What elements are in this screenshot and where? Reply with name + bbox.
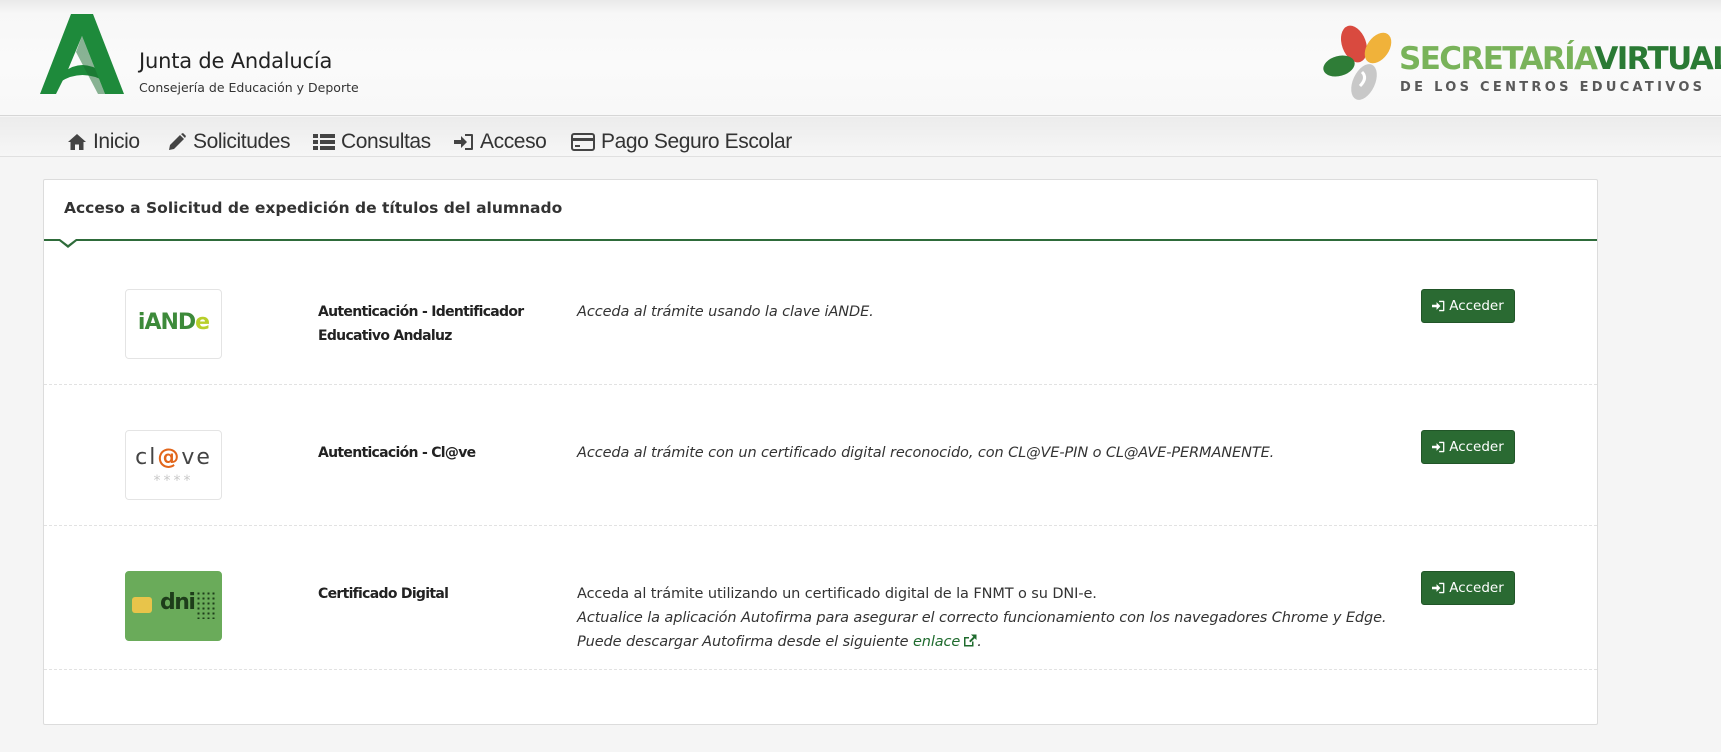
auth-option-clave: cl@ve **** Autenticación - Cl@ve Acceda …: [44, 385, 1597, 526]
certificado-desc-line2: Actualice la aplicación Autofirma para a…: [577, 610, 1387, 626]
chip-icon: [132, 597, 152, 613]
nav-acceso-label: Acceso: [480, 130, 547, 153]
app-title: SECRETARÍAVIRTUAL: [1399, 44, 1721, 75]
dots-pattern-icon: [196, 591, 216, 619]
certificado-description: Acceda al trámite utilizando un certific…: [577, 582, 1397, 654]
org-subtitle: Consejería de Educación y Deporte: [139, 80, 359, 95]
auth-option-certificado: dni Certificado Digital Acceda al trámit…: [44, 526, 1597, 670]
app-subtitle: DE LOS CENTROS EDUCATIVOS: [1400, 80, 1706, 95]
autofirma-link-label: enlace: [912, 634, 961, 650]
sign-in-icon: [1432, 441, 1445, 453]
home-icon: [68, 134, 86, 150]
certificado-acceder-label: Acceder: [1449, 580, 1504, 596]
nav-inicio[interactable]: Inicio: [67, 129, 140, 155]
pencil-icon: [169, 133, 186, 150]
panel-title: Acceso a Solicitud de expedición de títu…: [64, 199, 563, 217]
sign-in-icon: [1432, 300, 1445, 312]
nav-consultas-label: Consultas: [341, 130, 431, 153]
clave-logo-stars: ****: [153, 473, 194, 489]
iande-desc-text: Acceda al trámite usando la clave iANDE.: [577, 304, 874, 320]
app-title-part1: SECRETARÍA: [1399, 41, 1596, 77]
auth-option-iande: iANDe Autenticación - Identificador Educ…: [44, 241, 1597, 385]
certificado-desc-line3: Puede descargar Autofirma desde el sigui…: [577, 630, 1397, 654]
clave-logo: cl@ve ****: [125, 430, 222, 500]
autofirma-download-link[interactable]: enlace: [913, 634, 977, 650]
nav-acceso[interactable]: Acceso: [454, 129, 547, 155]
iande-acceder-label: Acceder: [1449, 298, 1504, 314]
clave-title: Autenticación - Cl@ve: [318, 445, 476, 461]
app-title-part2: VIRTUAL: [1594, 41, 1721, 77]
clave-desc-text: Acceda al trámite con un certificado dig…: [577, 445, 1275, 461]
nav-consultas[interactable]: Consultas: [313, 129, 431, 155]
credit-card-icon: [571, 133, 595, 151]
certificado-desc-suffix: .: [977, 634, 982, 650]
sign-in-icon: [1432, 582, 1445, 594]
secretaria-virtual-logo[interactable]: [1322, 24, 1402, 106]
clave-acceder-label: Acceder: [1449, 439, 1504, 455]
nav-solicitudes-label: Solicitudes: [193, 130, 291, 153]
page-header: Junta de Andalucía Consejería de Educaci…: [0, 0, 1721, 116]
certificado-acceder-button[interactable]: Acceder: [1421, 571, 1515, 605]
external-link-icon: [964, 634, 977, 647]
nav-solicitudes[interactable]: Solicitudes: [167, 129, 291, 155]
nav-inicio-label: Inicio: [93, 130, 140, 153]
iande-acceder-button[interactable]: Acceder: [1421, 289, 1515, 323]
main-nav: Inicio Solicitudes Consultas Acceso Pago…: [0, 117, 1721, 157]
clave-description: Acceda al trámite con un certificado dig…: [577, 441, 1397, 465]
iande-logo: iANDe: [125, 289, 222, 359]
access-panel: Acceso a Solicitud de expedición de títu…: [43, 179, 1598, 725]
iande-title: Autenticación - Identificador Educativo …: [318, 304, 524, 344]
org-title: Junta de Andalucía: [139, 49, 333, 73]
nav-pago-seguro-escolar[interactable]: Pago Seguro Escolar: [571, 129, 792, 155]
iande-logo-text: iANDe: [126, 310, 221, 335]
iande-description: Acceda al trámite usando la clave iANDE.: [577, 300, 1397, 324]
clave-acceder-button[interactable]: Acceder: [1421, 430, 1515, 464]
dni-logo-wordmark: dni: [160, 590, 196, 615]
certificado-desc-line1: Acceda al trámite utilizando un certific…: [577, 586, 1097, 602]
dni-logo: dni: [125, 571, 222, 641]
iande-logo-wordmark: iANDe: [137, 310, 210, 335]
junta-andalucia-logo[interactable]: [40, 14, 124, 94]
nav-pago-label: Pago Seguro Escolar: [601, 130, 792, 153]
sign-in-icon: [454, 134, 473, 150]
certificado-desc-prefix: Puede descargar Autofirma desde el sigui…: [577, 634, 913, 650]
clave-logo-wordmark: cl@ve: [135, 445, 212, 470]
list-icon: [313, 134, 335, 150]
certificado-title: Certificado Digital: [318, 586, 449, 602]
